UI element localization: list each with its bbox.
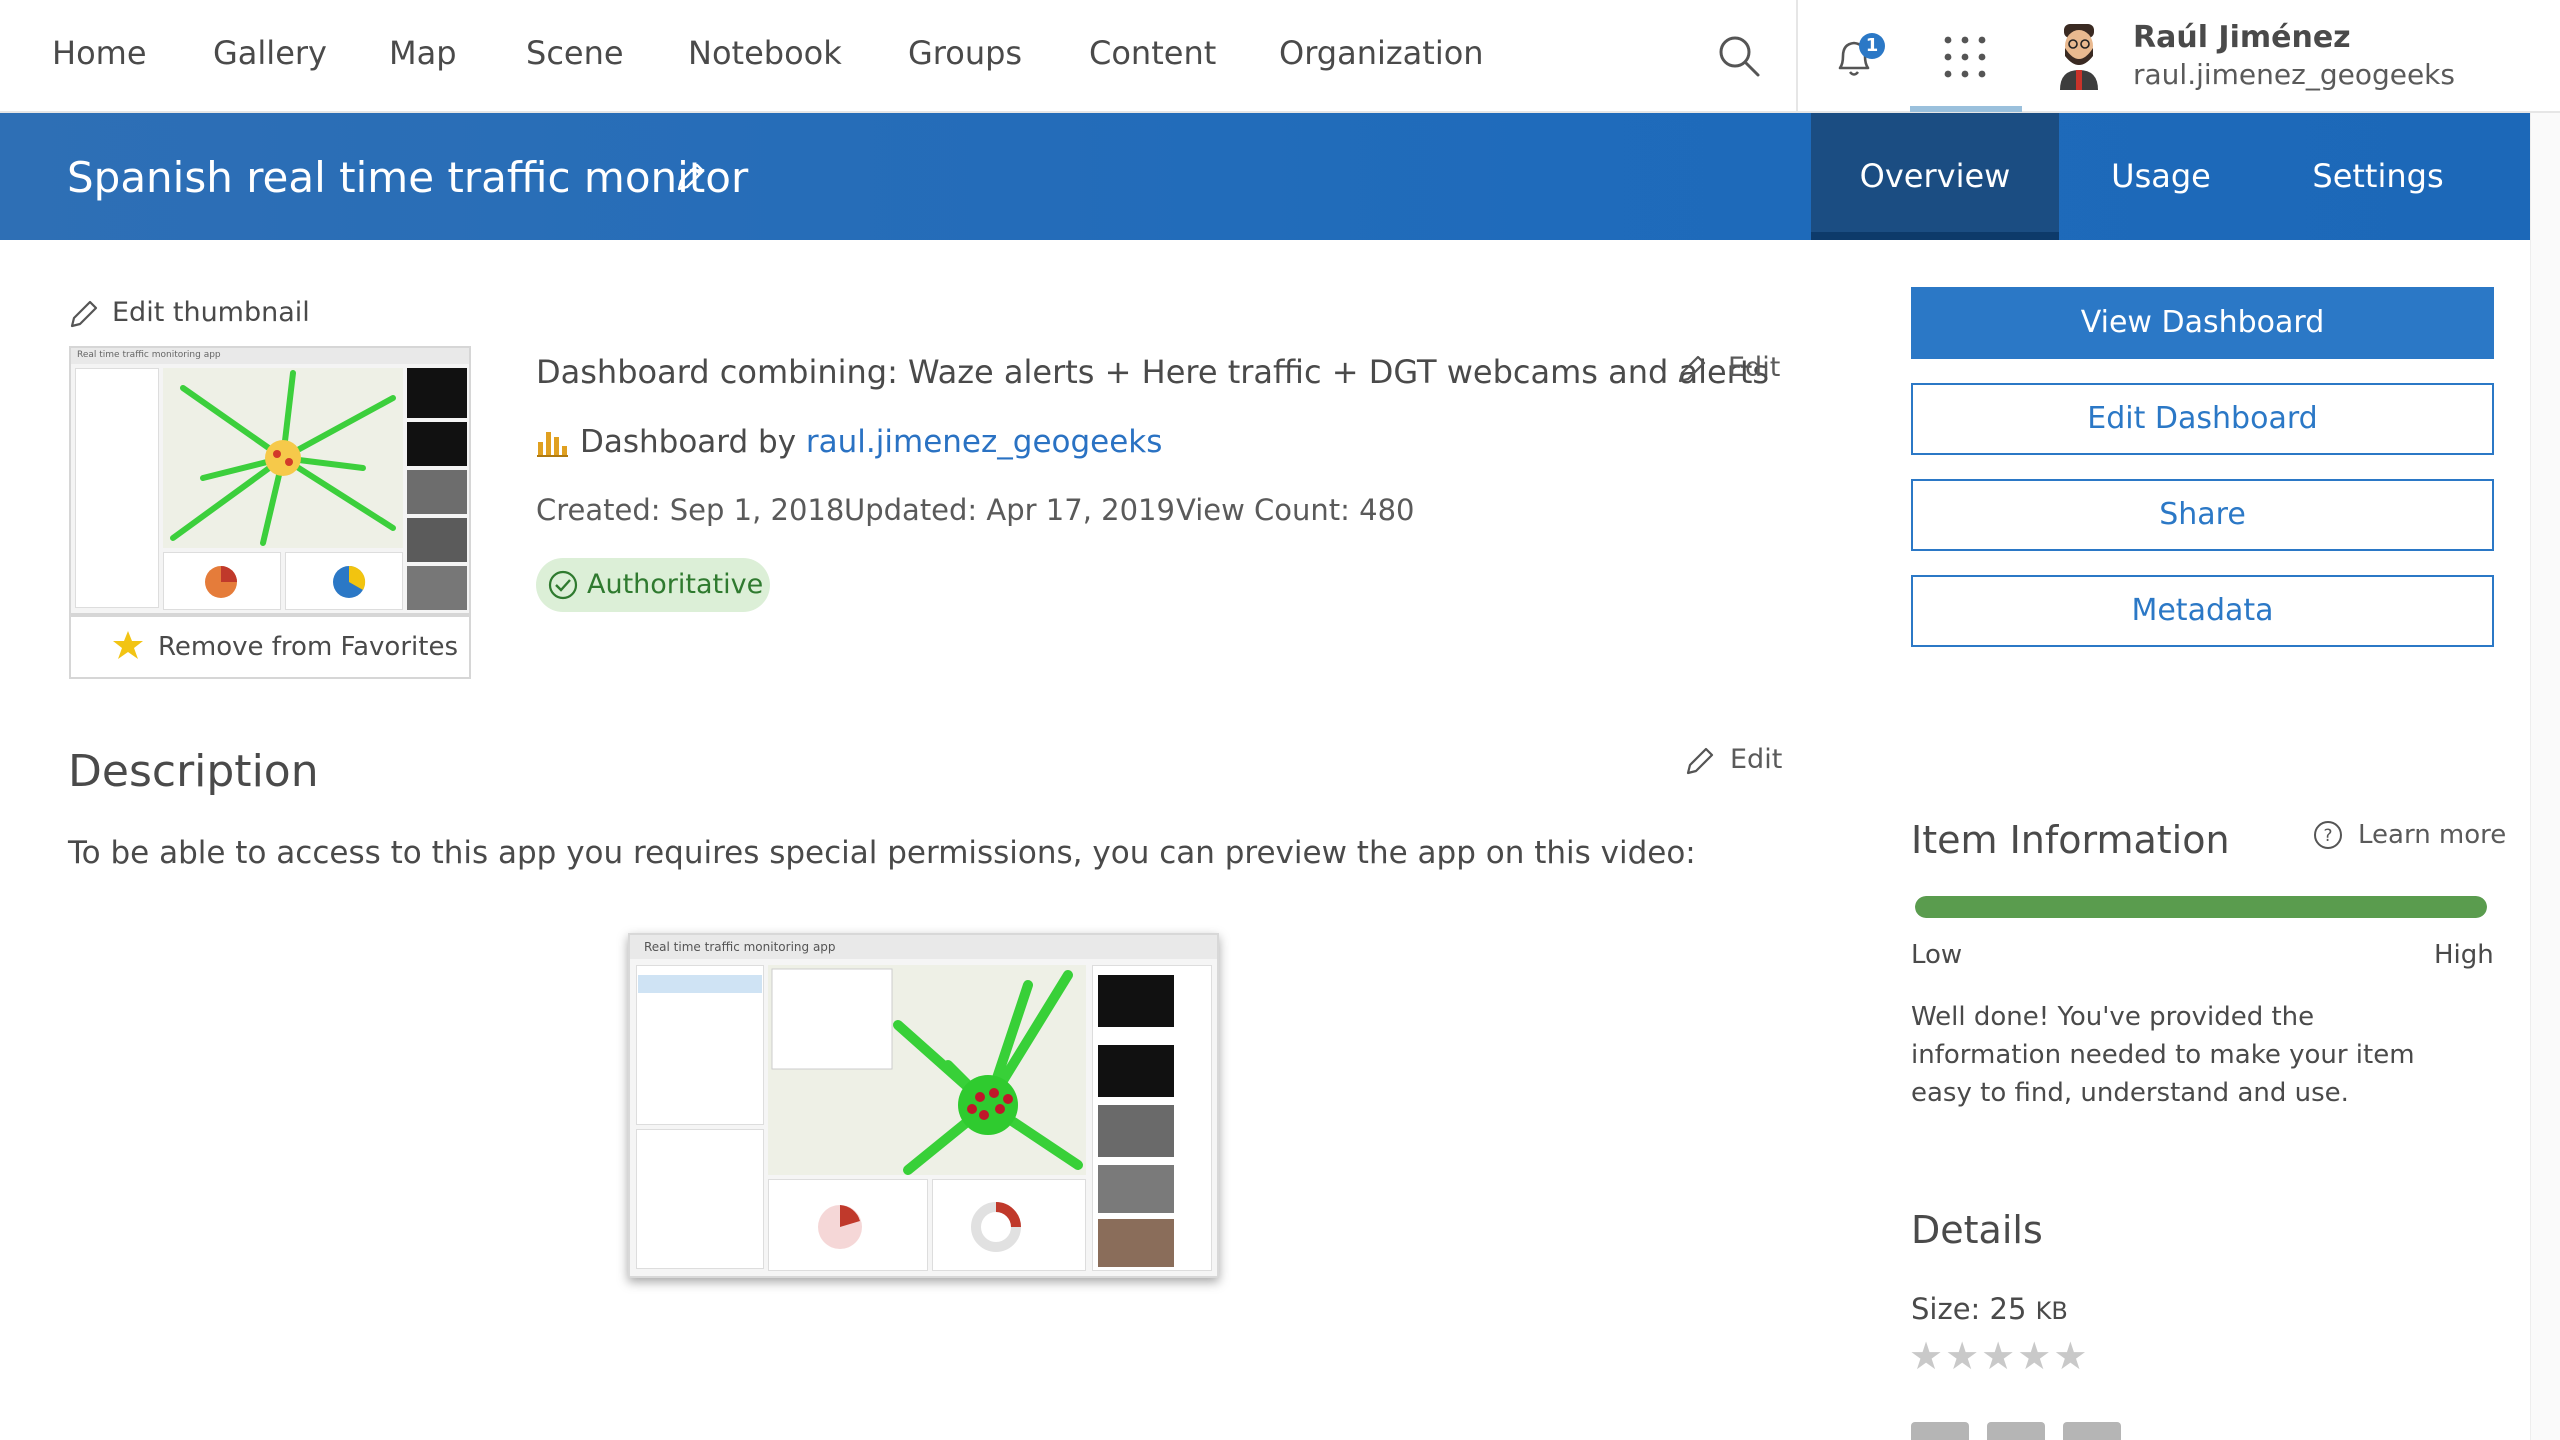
progress-high-label: High [2434, 940, 2494, 970]
nav-home[interactable]: Home [52, 34, 147, 72]
item-size-unit: KB [2035, 1297, 2068, 1325]
star-filled-icon [113, 631, 143, 659]
owner-link[interactable]: raul.jimenez_geogeeks [806, 424, 1163, 460]
edit-description-pencil-icon[interactable] [1684, 745, 1716, 777]
search-icon[interactable] [1716, 33, 1762, 79]
rating-star-icon[interactable]: ★ [2017, 1334, 2053, 1378]
thumbnail-map-image [163, 368, 403, 548]
item-type-prefix: Dashboard by [580, 424, 797, 460]
item-information-progress-fill [1915, 896, 2487, 918]
description-text: To be able to access to this app you req… [68, 835, 1696, 871]
item-thumbnail[interactable]: Real time traffic monitoring app [69, 346, 471, 615]
item-information-heading: Item Information [1911, 818, 2230, 862]
tab-settings[interactable]: Settings [2263, 113, 2493, 240]
notification-count-badge: 1 [1859, 33, 1885, 59]
share-facebook-icon[interactable] [1911, 1422, 1969, 1440]
edit-thumbnail-pencil-icon[interactable] [68, 298, 100, 330]
rating-star-icon[interactable]: ★ [1945, 1334, 1981, 1378]
remove-from-favorites-label: Remove from Favorites [158, 632, 458, 662]
app-launcher-active-indicator [1910, 106, 2022, 112]
description-video-preview[interactable]: Real time traffic monitoring app [628, 933, 1219, 1278]
edit-description-link[interactable]: Edit [1730, 744, 1782, 775]
metadata-button[interactable]: Metadata [1911, 575, 2494, 647]
item-type-line: Dashboard by raul.jimenez_geogeeks [580, 424, 1162, 460]
created-date: Created: Sep 1, 2018 [536, 493, 845, 527]
nav-groups[interactable]: Groups [908, 34, 1022, 72]
item-summary: Dashboard combining: Waze alerts + Here … [536, 353, 1770, 391]
nav-map[interactable]: Map [389, 34, 457, 72]
rating-stars[interactable]: ★★★★★ [1909, 1334, 2089, 1378]
tab-usage[interactable]: Usage [2059, 113, 2263, 240]
item-size: Size: 25 KB [1911, 1292, 2068, 1326]
check-circle-icon [548, 570, 578, 600]
share-twitter-icon[interactable] [1987, 1422, 2045, 1440]
item-information-progress [1915, 896, 2487, 918]
nav-scene[interactable]: Scene [526, 34, 624, 72]
description-heading: Description [68, 746, 319, 797]
user-handle[interactable]: raul.jimenez_geogeeks [2133, 58, 2455, 91]
app-launcher-icon[interactable] [1942, 34, 1988, 80]
edit-dashboard-button[interactable]: Edit Dashboard [1911, 383, 2494, 455]
page-scrollbar[interactable] [2530, 113, 2560, 1440]
rating-star-icon[interactable]: ★ [2053, 1334, 2089, 1378]
item-size-value: Size: 25 [1911, 1292, 2027, 1326]
nav-gallery[interactable]: Gallery [213, 34, 327, 72]
tab-overview[interactable]: Overview [1811, 113, 2059, 240]
edit-summary-pencil-icon[interactable] [1676, 353, 1708, 385]
nav-divider [1796, 0, 1798, 113]
authoritative-label: Authoritative [587, 569, 764, 600]
edit-summary-link[interactable]: Edit [1728, 352, 1780, 383]
view-dashboard-button[interactable]: View Dashboard [1911, 287, 2494, 359]
item-title: Spanish real time traffic monitor [67, 153, 749, 202]
details-heading: Details [1911, 1208, 2043, 1252]
rating-star-icon[interactable]: ★ [1981, 1334, 2017, 1378]
updated-date: Updated: Apr 17, 2019 [844, 493, 1175, 527]
video-preview-caption: Real time traffic monitoring app [644, 940, 836, 954]
video-map-image [768, 965, 1086, 1175]
edit-title-pencil-icon[interactable] [674, 160, 708, 194]
share-email-icon[interactable] [2063, 1422, 2121, 1440]
learn-more-link[interactable]: Learn more [2358, 820, 2506, 850]
help-question-icon[interactable]: ? [2312, 819, 2344, 851]
nav-notebook[interactable]: Notebook [688, 34, 842, 72]
progress-low-label: Low [1911, 940, 1963, 970]
user-full-name[interactable]: Raúl Jiménez [2133, 20, 2351, 55]
video-donut-chart [971, 1202, 1021, 1252]
video-pie-chart [818, 1205, 862, 1249]
view-count: View Count: 480 [1176, 493, 1415, 527]
share-button[interactable]: Share [1911, 479, 2494, 551]
top-navigation: Home Gallery Map Scene Notebook Groups C… [0, 0, 2560, 113]
dashboard-type-icon [537, 432, 568, 457]
thumbnail-caption: Real time traffic monitoring app [77, 350, 221, 360]
rating-star-icon[interactable]: ★ [1909, 1334, 1945, 1378]
svg-text:?: ? [2323, 826, 2332, 846]
edit-thumbnail-link[interactable]: Edit thumbnail [112, 297, 310, 328]
avatar[interactable] [2050, 22, 2108, 90]
nav-organization[interactable]: Organization [1279, 34, 1484, 72]
thumbnail-pie-chart [205, 566, 237, 598]
nav-content[interactable]: Content [1089, 34, 1216, 72]
item-information-message: Well done! You've provided the informati… [1911, 1002, 2415, 1108]
thumbnail-pie-chart-2 [333, 565, 366, 598]
